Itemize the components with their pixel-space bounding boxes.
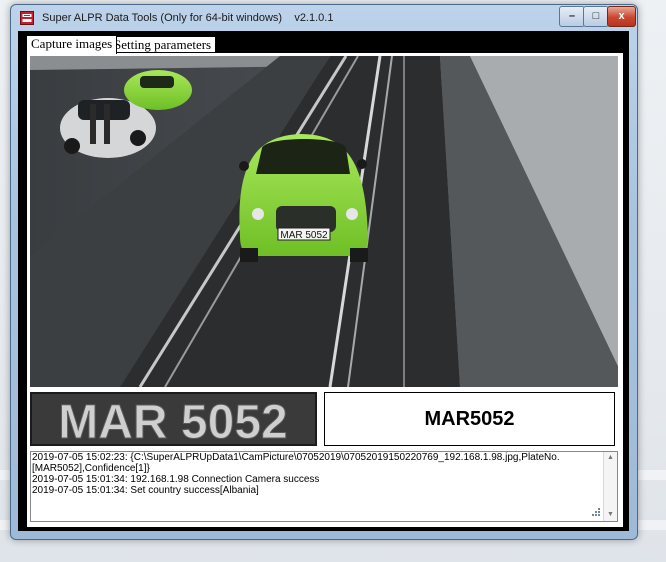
capture-panel: MAR 5052 MAR 5052 MAR5052 2019-07-05 15:…	[26, 52, 624, 528]
app-icon	[20, 11, 34, 25]
window-title: Super ALPR Data Tools (Only for 64-bit w…	[42, 12, 333, 24]
log-line: 2019-07-05 15:02:23: {C:\SuperALPRUpData…	[32, 452, 560, 474]
log-scrollbar[interactable]: ▲ ▼	[603, 452, 617, 521]
maximize-button[interactable]: □	[583, 6, 609, 27]
tab-capture-images[interactable]: Capture images	[26, 35, 118, 54]
close-icon: x	[618, 10, 625, 22]
minimize-icon: –	[568, 10, 576, 22]
camera-image: MAR 5052	[30, 56, 618, 387]
plate-result-box: MAR5052	[324, 392, 615, 446]
car-plate-text: MAR 5052	[280, 230, 328, 241]
log-list[interactable]: 2019-07-05 15:02:23: {C:\SuperALPRUpData…	[30, 451, 618, 522]
app-window: Super ALPR Data Tools (Only for 64-bit w…	[10, 4, 638, 540]
plate-result-text: MAR5052	[424, 408, 515, 430]
log-line: 2019-07-05 15:01:34: Set country success…	[32, 485, 259, 496]
close-button[interactable]: x	[607, 6, 636, 27]
title-bar[interactable]: Super ALPR Data Tools (Only for 64-bit w…	[11, 5, 637, 31]
plate-crop-text: MAR 5052	[58, 396, 287, 446]
resize-grip-icon[interactable]	[589, 505, 601, 517]
camera-view: MAR 5052	[30, 56, 618, 387]
plate-crop-image: MAR 5052	[30, 392, 317, 446]
maximize-icon: □	[592, 10, 600, 22]
window-title-text: Super ALPR Data Tools (Only for 64-bit w…	[42, 12, 283, 24]
client-area: Capture images Setting parameters MAR 50…	[18, 31, 629, 531]
scroll-up-icon[interactable]: ▲	[604, 452, 617, 464]
minimize-button[interactable]: –	[559, 6, 585, 27]
scroll-down-icon[interactable]: ▼	[604, 509, 617, 521]
window-version: v2.1.0.1	[294, 12, 334, 24]
log-line: 2019-07-05 15:01:34: 192.168.1.98 Connec…	[32, 474, 320, 485]
plate-crop-svg: MAR 5052	[30, 392, 317, 446]
